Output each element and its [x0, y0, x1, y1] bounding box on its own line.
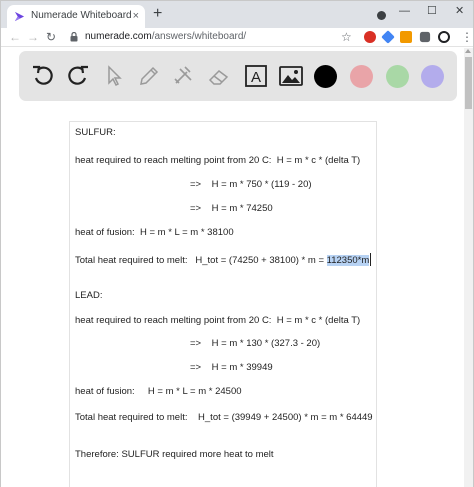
text-line: heat of fusion: H = m * L = m * 24500	[75, 386, 242, 397]
minimize-button[interactable]: —	[399, 4, 410, 18]
image-icon[interactable]	[278, 63, 304, 89]
text-line: SULFUR:	[75, 127, 116, 138]
selected-text[interactable]: 112350*m	[326, 255, 370, 266]
text-line: Total heat required to melt: H_tot = (39…	[75, 412, 373, 423]
reload-button[interactable]: ↻	[46, 29, 56, 45]
tools-icon[interactable]	[171, 63, 197, 89]
text-line: heat of fusion: H = m * L = m * 38100	[75, 227, 234, 238]
maximize-button[interactable]: ☐	[427, 4, 437, 18]
lock-icon	[70, 32, 78, 42]
browser-menu-icon[interactable]: ⋮	[461, 30, 473, 44]
url-text: numerade.com/answers/whiteboard/	[85, 31, 246, 42]
color-swatch-green[interactable]	[386, 65, 409, 88]
text-caret	[370, 253, 372, 266]
whiteboard-toolbar: A	[19, 51, 457, 101]
extension-blue-icon[interactable]	[381, 30, 395, 44]
whiteboard-page[interactable]: SULFUR: heat required to reach melting p…	[69, 121, 377, 487]
url-domain: numerade.com	[85, 31, 152, 42]
redo-icon[interactable]	[65, 63, 91, 89]
pointer-icon[interactable]	[101, 63, 127, 89]
close-window-button[interactable]: ✕	[455, 4, 464, 18]
active-tab[interactable]: Numerade Whiteboard ×	[7, 5, 145, 28]
url-path: /answers/whiteboard/	[151, 31, 247, 42]
text-line: heat required to reach melting point fro…	[75, 155, 361, 166]
text-line: => H = m * 750 * (119 - 20)	[190, 179, 312, 190]
scroll-up-arrow-icon[interactable]	[465, 49, 471, 53]
scroll-thumb[interactable]	[465, 57, 472, 109]
undo-icon[interactable]	[30, 63, 56, 89]
extension-orange-icon[interactable]	[400, 31, 412, 43]
numerade-logo-icon	[14, 11, 25, 22]
browser-toolbar: ← → ↻ numerade.com/answers/whiteboard/ ☆…	[1, 28, 473, 47]
color-swatch-black[interactable]	[314, 65, 337, 88]
forward-button[interactable]: →	[27, 29, 39, 45]
tab-strip: Numerade Whiteboard × + — ☐ ✕	[1, 1, 473, 28]
text-line: => H = m * 74250	[190, 203, 273, 214]
color-swatch-pink[interactable]	[350, 65, 373, 88]
new-tab-button[interactable]: +	[153, 5, 162, 23]
pencil-icon[interactable]	[136, 63, 162, 89]
page-scrollbar[interactable]	[464, 48, 473, 487]
text-tool-icon[interactable]: A	[243, 63, 269, 89]
page-content: A SULFUR: heat required to reach melting…	[1, 48, 473, 487]
text-tool-glyph: A	[251, 69, 261, 86]
text-line: => H = m * 39949	[190, 362, 273, 373]
close-tab-icon[interactable]: ×	[133, 9, 139, 23]
text-line: Therefore: SULFUR required more heat to …	[75, 449, 274, 460]
text-line-selected: Total heat required to melt: H_tot = (74…	[75, 253, 372, 266]
text-line-prefix: Total heat required to melt: H_tot = (74…	[75, 255, 327, 266]
browser-window: Numerade Whiteboard × + — ☐ ✕ ← → ↻ nume…	[0, 0, 474, 487]
bookmark-star-icon[interactable]: ☆	[341, 29, 352, 45]
tab-title: Numerade Whiteboard	[31, 10, 132, 21]
extension-puzzle-icon[interactable]	[419, 31, 431, 43]
text-line: => H = m * 130 * (327.3 - 20)	[190, 338, 321, 349]
text-line: LEAD:	[75, 290, 103, 301]
color-swatch-purple[interactable]	[421, 65, 444, 88]
extension-red-icon[interactable]	[364, 31, 376, 43]
back-button[interactable]: ←	[9, 29, 21, 45]
tab-search-icon[interactable]	[377, 11, 386, 20]
text-line: heat required to reach melting point fro…	[75, 315, 361, 326]
profile-soccer-icon[interactable]	[438, 31, 450, 43]
address-bar[interactable]: numerade.com/answers/whiteboard/ ☆	[63, 29, 358, 46]
eraser-icon[interactable]	[206, 63, 232, 89]
